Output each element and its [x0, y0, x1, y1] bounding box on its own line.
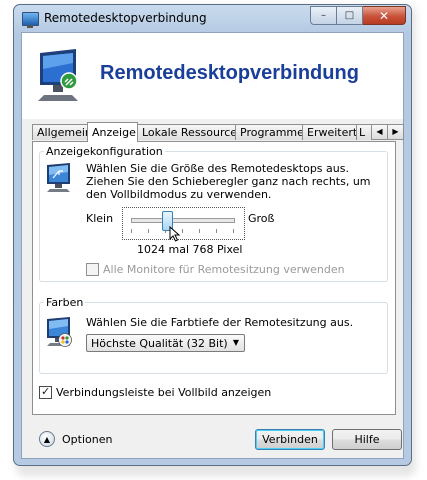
tab-erweitert[interactable]: Erweitert — [302, 124, 357, 140]
slider-tick — [199, 229, 200, 233]
slider-focus-rect — [122, 207, 245, 240]
remote-desktop-computer-icon — [38, 49, 78, 101]
slider-tick — [182, 229, 183, 233]
colors-legend: Farben — [46, 296, 84, 309]
connection-bar-label: Verbindungsleiste bei Vollbild anzeigen — [56, 386, 272, 399]
banner-title: Remotedesktopverbindung — [100, 62, 359, 84]
close-button[interactable]: ✕ — [363, 6, 406, 25]
tab-scroll-left-button[interactable]: ◀ — [371, 124, 388, 140]
slider-tick — [131, 229, 132, 233]
remote-desktop-window-icon — [22, 12, 39, 28]
title-bar[interactable]: Remotedesktopverbindung – □ ✕ — [14, 5, 411, 33]
tab-allgemein[interactable]: Allgemein — [32, 124, 88, 140]
maximize-button[interactable]: □ — [337, 6, 363, 25]
connection-bar-checkbox[interactable] — [39, 385, 52, 399]
display-monitor-icon — [47, 163, 70, 192]
window-title: Remotedesktopverbindung — [44, 11, 207, 25]
dialog-window: Remotedesktopverbindung – □ ✕ Remotedesk… — [13, 4, 412, 466]
slider-tick — [216, 229, 217, 233]
slider-max-label: Groß — [248, 212, 275, 225]
display-description: Wählen Sie die Größe des Remotedesktops … — [86, 162, 371, 201]
slider-tick — [148, 229, 149, 233]
colors-description: Wählen Sie die Farbtiefe der Remotesitzu… — [86, 316, 354, 329]
tab-programme[interactable]: Programme — [235, 124, 303, 140]
connect-button[interactable]: Verbinden — [255, 429, 325, 450]
display-config-legend: Anzeigekonfiguration — [46, 145, 163, 158]
options-label[interactable]: Optionen — [62, 433, 112, 446]
color-depth-value: Höchste Qualität (32 Bit) — [91, 337, 228, 350]
options-toggle-icon[interactable]: ▲ — [39, 431, 55, 447]
dialog-client-area: Remotedesktopverbindung Allgemein Anzeig… — [21, 32, 404, 459]
chevron-down-icon: ▼ — [232, 338, 239, 347]
resolution-slider-track[interactable] — [131, 218, 235, 223]
tab-lokale-ressourcen[interactable]: Lokale Ressourcen — [137, 124, 236, 140]
all-monitors-checkbox[interactable] — [86, 263, 99, 276]
header-banner: Remotedesktopverbindung — [22, 33, 403, 119]
tab-leistung-partial[interactable]: L — [356, 124, 372, 140]
all-monitors-label: Alle Monitore für Remotesitzung verwende… — [103, 263, 345, 276]
tab-anzeige[interactable]: Anzeige — [87, 122, 138, 142]
slider-min-label: Klein — [86, 212, 114, 225]
minimize-button[interactable]: – — [310, 6, 337, 25]
help-button[interactable]: Hilfe — [332, 429, 402, 450]
tab-panel-anzeige: Anzeigekonfiguration Wählen Sie die Größ… — [32, 141, 396, 415]
color-depth-select[interactable]: Höchste Qualität (32 Bit) ▼ — [86, 334, 245, 352]
tab-scroll-right-button[interactable]: ▶ — [387, 124, 404, 140]
color-depth-monitor-icon — [47, 317, 72, 347]
window-controls: – □ ✕ — [310, 6, 406, 25]
resolution-readout: 1024 mal 768 Pixel — [137, 243, 243, 256]
mouse-pointer-icon — [169, 226, 181, 242]
tab-strip: Allgemein Anzeige Lokale Ressourcen Prog… — [32, 122, 404, 142]
slider-tick — [233, 229, 234, 233]
